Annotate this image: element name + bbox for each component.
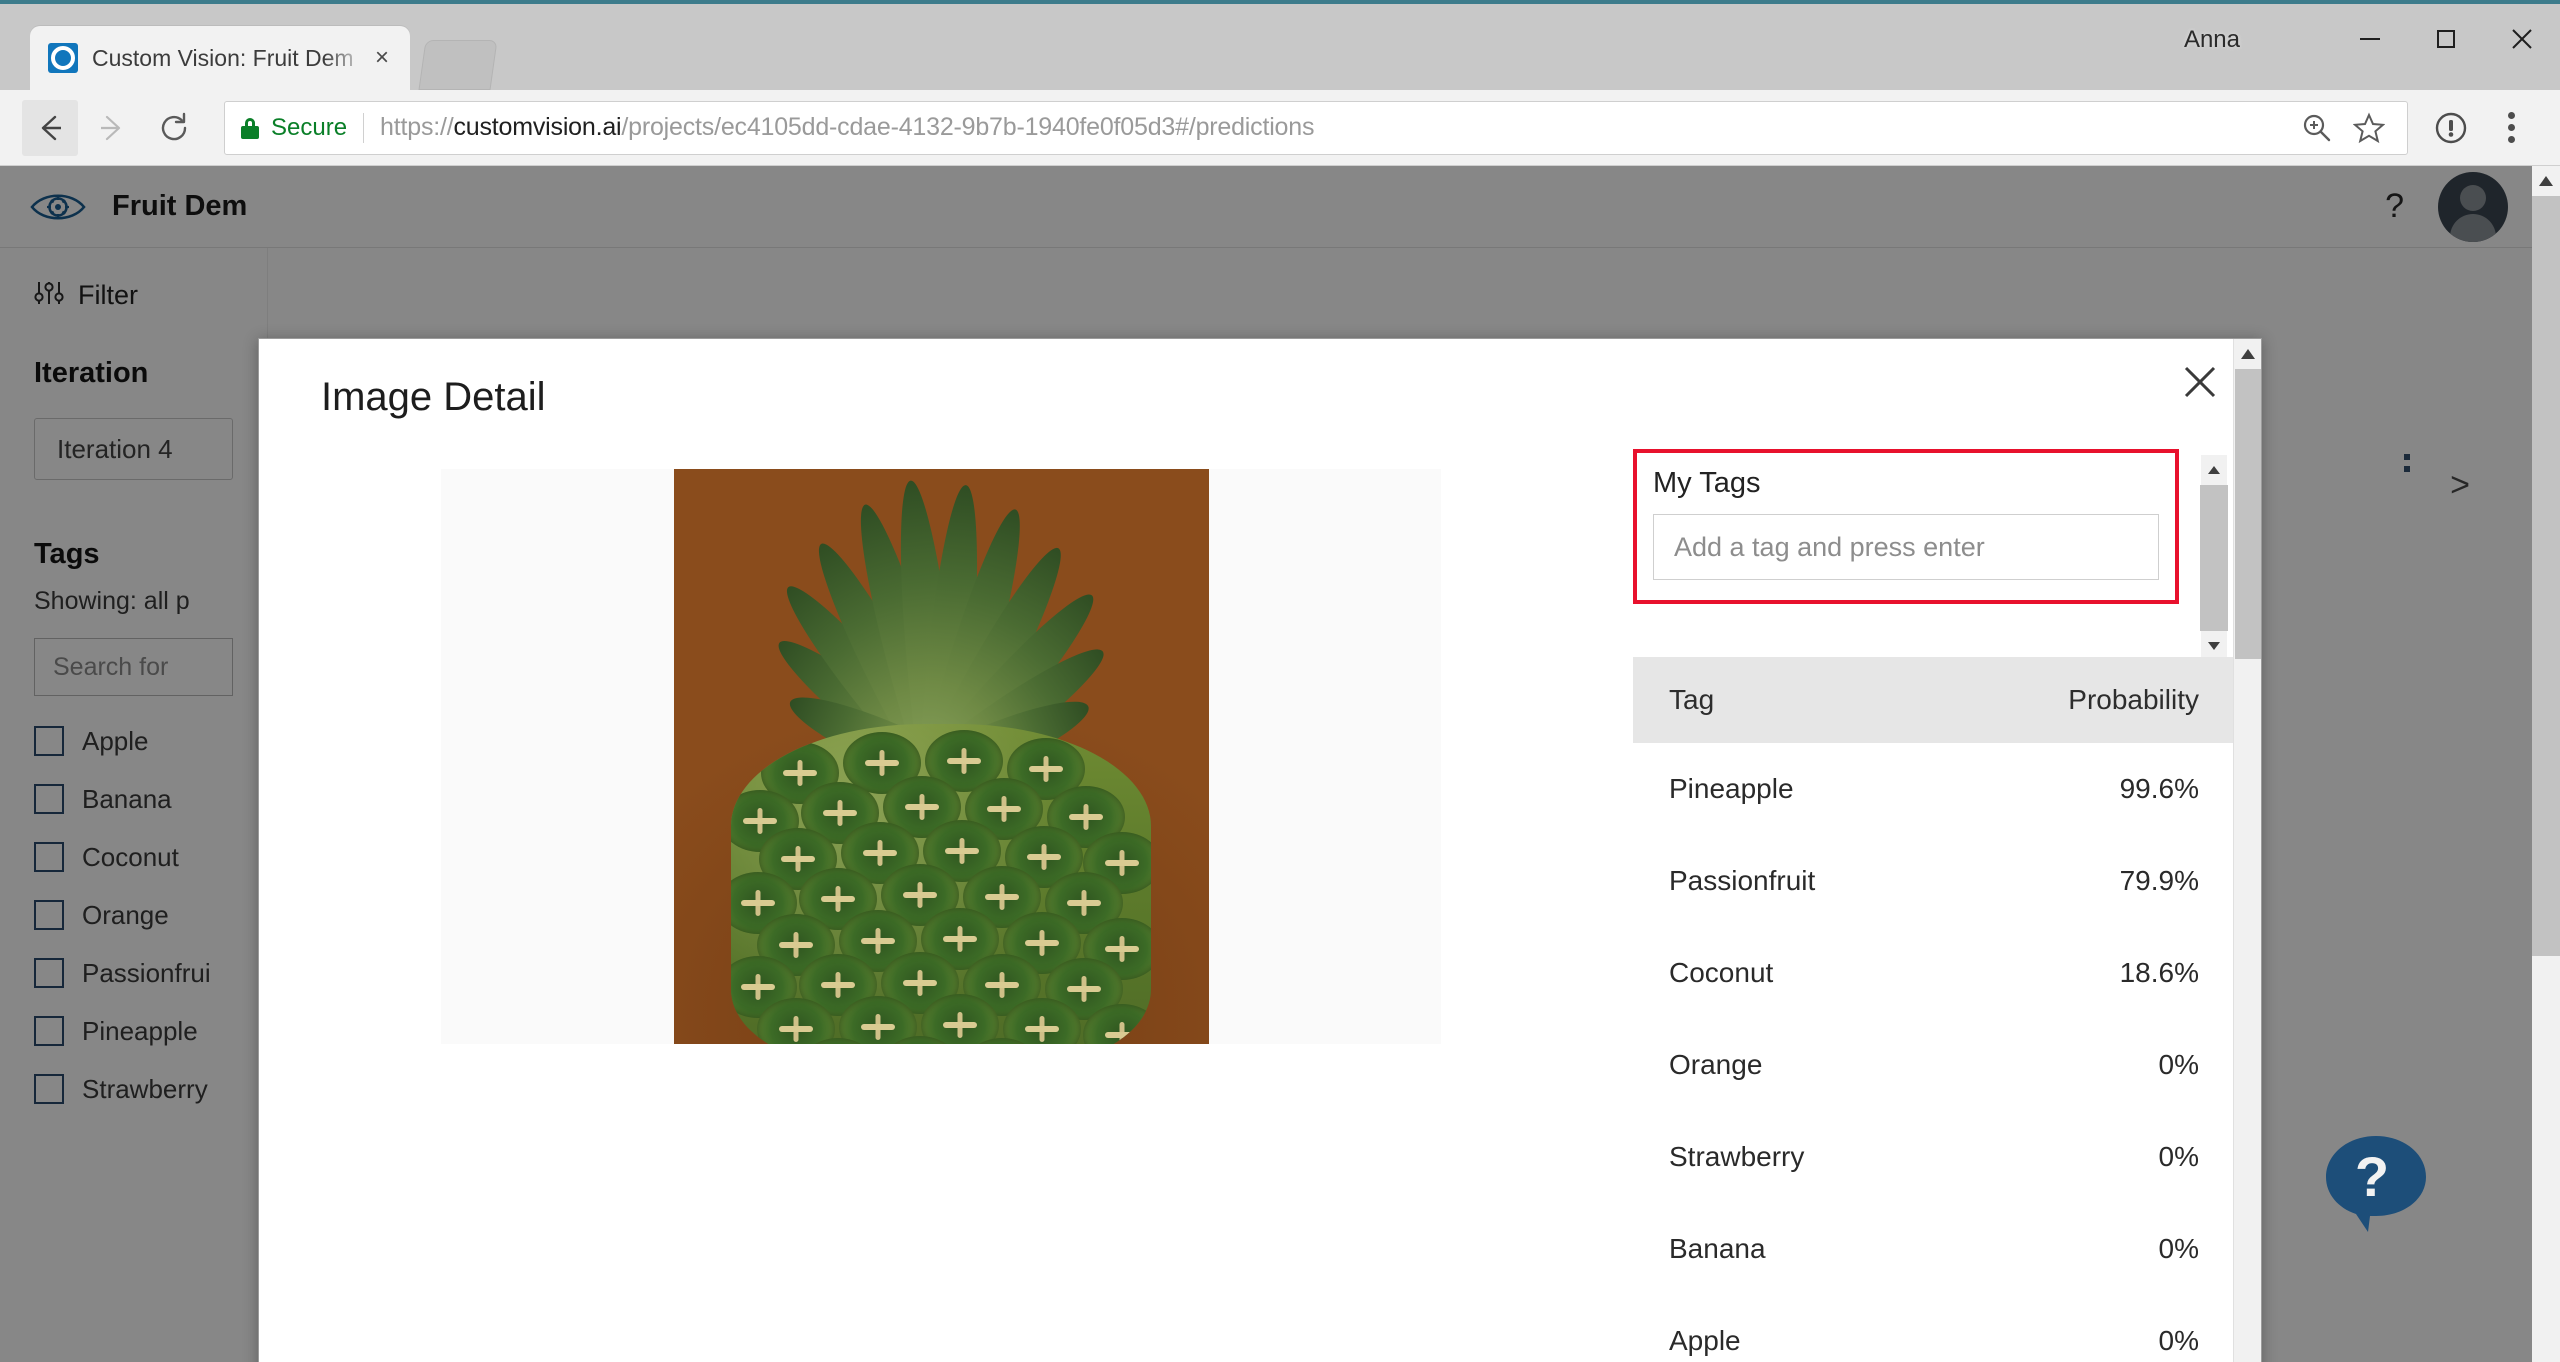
window-user-label: Anna <box>2183 26 2240 53</box>
cell-probability: 99.6% <box>2119 772 2199 804</box>
my-tags-heading: My Tags <box>1653 467 1761 499</box>
url-host: customvision.ai <box>453 113 622 141</box>
page-viewport: Fruit Dem ? Filter Iteration Iteration 4… <box>0 166 2560 1362</box>
cell-tag: Apple <box>1669 1324 1741 1356</box>
tab-strip: Custom Vision: Fruit Dem × <box>0 4 2560 90</box>
modal-scrollbar-thumb[interactable] <box>2234 369 2261 659</box>
table-row: Banana 0% <box>1633 1203 2233 1295</box>
modal-body: My Tags Add a tag and press enter Tag Pr… <box>259 449 2259 1362</box>
help-bubble-button[interactable]: ? <box>2322 1134 2430 1234</box>
browser-toolbar: Secure https://customvision.ai/projects/… <box>0 90 2560 166</box>
url-text: https://customvision.ai/projects/ec4105d… <box>380 113 1314 142</box>
url-scheme: https:// <box>380 113 454 141</box>
window-close-button[interactable] <box>2484 4 2560 74</box>
table-header-row: Tag Probability <box>1633 657 2233 743</box>
cell-probability: 0% <box>2158 1140 2199 1172</box>
image-frame <box>441 469 1441 1044</box>
tags-pane: My Tags Add a tag and press enter Tag Pr… <box>1623 449 2259 1362</box>
address-bar[interactable]: Secure https://customvision.ai/projects/… <box>224 100 2408 155</box>
modal-scrollbar[interactable] <box>2233 339 2261 1362</box>
cell-tag: Strawberry <box>1669 1140 1805 1172</box>
profile-icon[interactable] <box>2424 101 2478 155</box>
table-row: Passionfruit 79.9% <box>1633 835 2233 927</box>
predictions-table: Tag Probability Pineapple 99.6% Passionf… <box>1633 657 2233 1362</box>
table-row: Apple 0% <box>1633 1295 2233 1362</box>
cell-probability: 18.6% <box>2119 956 2199 988</box>
page-scrollbar-thumb[interactable] <box>2532 196 2560 956</box>
forward-icon[interactable] <box>84 100 140 156</box>
table-row: Orange 0% <box>1633 1019 2233 1111</box>
page-scrollbar[interactable] <box>2532 166 2560 1362</box>
browser-window: Custom Vision: Fruit Dem × Anna Secure h… <box>0 0 2560 1362</box>
cell-tag: Coconut <box>1669 956 1774 988</box>
zoom-in-icon[interactable] <box>2295 106 2339 150</box>
image-pane <box>259 449 1623 1362</box>
table-body: Pineapple 99.6% Passionfruit 79.9% Cocon… <box>1633 743 2233 1362</box>
cell-probability: 79.9% <box>2119 864 2199 896</box>
omnibox-divider <box>363 112 365 143</box>
table-row: Coconut 18.6% <box>1633 927 2233 1019</box>
reload-icon[interactable] <box>146 100 202 156</box>
browser-tab[interactable]: Custom Vision: Fruit Dem × <box>30 26 410 90</box>
cell-probability: 0% <box>2158 1048 2199 1080</box>
modal-title: Image Detail <box>321 375 546 419</box>
browser-menu-icon[interactable] <box>2484 101 2538 155</box>
my-tags-scrollbar-thumb[interactable] <box>2200 485 2228 631</box>
image-detail-modal: Image Detail My Tags Add a tag and press… <box>258 338 2262 1362</box>
scroll-up-arrow-icon[interactable] <box>2200 455 2228 485</box>
cell-tag: Pineapple <box>1669 772 1794 804</box>
add-tag-placeholder: Add a tag and press enter <box>1674 531 1985 562</box>
lock-icon <box>241 117 259 139</box>
omnibox-actions <box>2295 106 2391 150</box>
back-icon[interactable] <box>22 99 78 156</box>
pineapple-body <box>731 724 1151 1044</box>
cell-tag: Passionfruit <box>1669 864 1816 896</box>
pineapple-photo <box>673 469 1209 1044</box>
column-header-probability: Probability <box>2068 684 2199 715</box>
cell-probability: 0% <box>2158 1232 2199 1264</box>
my-tags-scrollbar[interactable] <box>2200 455 2228 661</box>
close-icon[interactable] <box>2173 355 2227 409</box>
url-path: /projects/ec4105dd-cdae-4132-9b7b-1940fe… <box>621 113 1315 141</box>
window-maximize-button[interactable] <box>2408 4 2484 74</box>
scroll-up-arrow-icon[interactable] <box>2234 339 2262 369</box>
browser-titlebar: Custom Vision: Fruit Dem × Anna <box>0 0 2560 90</box>
tab-close-icon[interactable]: × <box>368 44 396 72</box>
cell-probability: 0% <box>2158 1324 2199 1356</box>
new-tab-button[interactable] <box>418 40 498 90</box>
cell-tag: Orange <box>1669 1048 1763 1080</box>
my-tags-section: My Tags Add a tag and press enter <box>1633 449 2179 604</box>
scroll-up-arrow-icon[interactable] <box>2532 166 2560 196</box>
tab-title: Custom Vision: Fruit Dem <box>92 44 354 71</box>
window-controls <box>2332 4 2560 74</box>
table-row: Strawberry 0% <box>1633 1111 2233 1203</box>
table-row: Pineapple 99.6% <box>1633 743 2233 835</box>
add-tag-input[interactable]: Add a tag and press enter <box>1653 514 2159 580</box>
column-header-tag: Tag <box>1669 684 1715 715</box>
custom-vision-favicon-icon <box>48 43 78 73</box>
cell-tag: Banana <box>1669 1232 1766 1264</box>
svg-text:?: ? <box>2355 1145 2389 1208</box>
bookmark-star-icon[interactable] <box>2347 106 2391 150</box>
window-minimize-button[interactable] <box>2332 4 2408 74</box>
security-label: Secure <box>271 113 348 141</box>
